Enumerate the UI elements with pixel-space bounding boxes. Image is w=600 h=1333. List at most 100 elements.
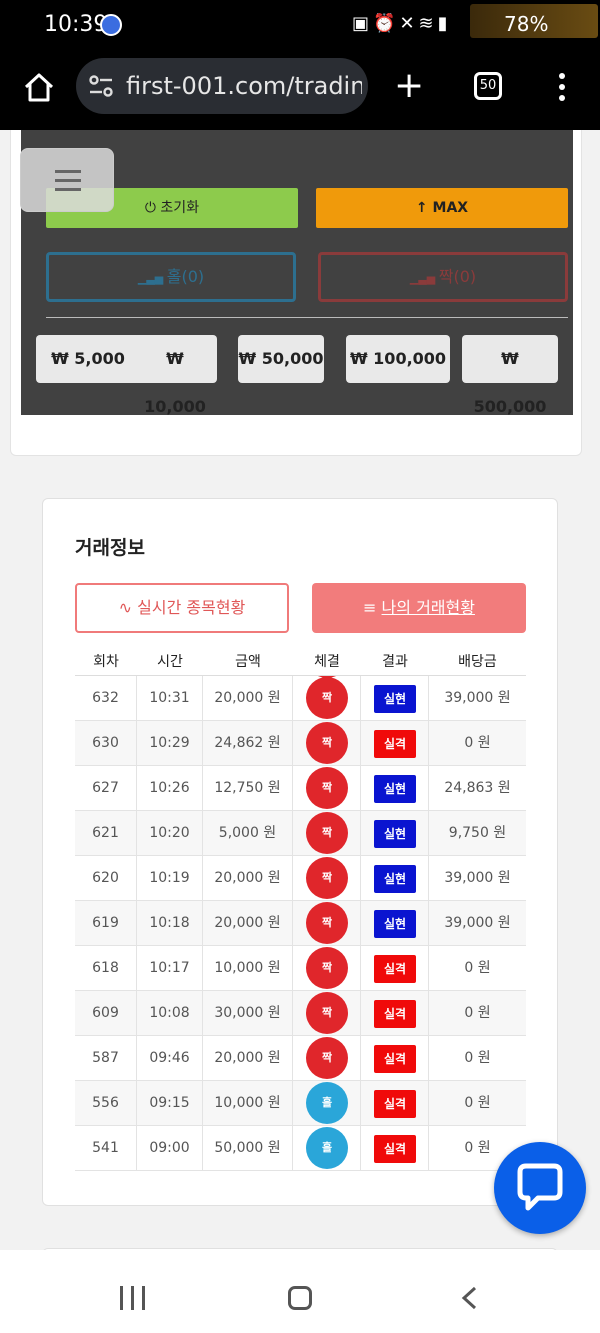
cell-payout: 0 원 [464,735,491,751]
cell-amount: 20,000 원 [203,901,293,946]
even-bet-button[interactable]: ▁▃▅ 짝(0) [318,252,568,302]
cell-time: 10:17 [137,946,203,991]
odd-bet-label: 홀(0) [166,267,205,286]
pick-ball: 짝 [306,1037,348,1079]
recent-apps-icon[interactable] [120,1286,146,1310]
table-row: 620 10:19 20,000 원 짝 실현 39,000 원 [75,856,526,901]
cell-round: 632 [75,676,137,721]
cell-result: 실격 [361,1036,429,1081]
status-bar: 10:39 ▣⏰✕≋▮ 78% [0,0,600,52]
result-badge: 실격 [374,1135,416,1163]
cell-payout: 0 원 [464,1095,491,1111]
cell-round: 630 [75,721,137,766]
back-icon[interactable] [460,1286,480,1310]
list-icon: ≡ [363,598,382,617]
column-header-payout: 배당금 [458,654,497,670]
pick-ball: 짝 [306,677,348,719]
signal-icon: ▮ [437,13,452,34]
hamburger-menu-button[interactable] [20,148,114,212]
cell-round: 587 [75,1036,137,1081]
cell-amount: 30,000 원 [203,991,293,1036]
tab-switcher-button[interactable]: 50 [474,72,502,100]
battery-level: 78% [504,12,549,36]
column-header-amount: 금액 [235,654,261,670]
pick-ball: 짝 [306,722,348,764]
cell-result: 실격 [361,946,429,991]
pulse-icon: ∿ [118,598,138,617]
chip-10000[interactable]: ₩ 10,000 [133,335,217,416]
cell-payout: 9,750 원 [448,825,507,841]
cell-pick: 짝 [293,1036,361,1081]
trade-info-card: 거래정보 ∿ 실시간 종목현황 ≡ 나의 거래현황 회차 시간 금액 체결 결과… [42,498,558,1206]
pick-ball: 짝 [306,947,348,989]
table-row: 587 09:46 20,000 원 짝 실격 0 원 [75,1036,526,1081]
section-title: 거래정보 [75,537,145,559]
chat-button[interactable] [494,1142,586,1234]
even-bet-label: 짝(0) [438,267,477,286]
cell-time: 10:18 [137,901,203,946]
cell-time: 10:26 [137,766,203,811]
cell-payout: 39,000 원 [444,915,511,931]
result-badge: 실현 [374,865,416,893]
cell-result: 실현 [361,856,429,901]
chip-50000[interactable]: ₩ 50,000 [238,335,324,383]
trade-table-body[interactable]: 632 10:31 20,000 원 짝 실현 39,000 원 630 10:29 24,86… [75,675,526,1173]
cell-payout: 0 원 [464,1050,491,1066]
chip-500000[interactable]: ₩ 500,000 [462,335,558,416]
browser-toolbar: first-001.com/trading + 50 [0,52,600,130]
cell-amount: 20,000 원 [203,676,293,721]
live-status-button[interactable]: ∿ 실시간 종목현황 [75,583,289,633]
odd-bet-button[interactable]: ▁▃▅ 홀(0) [46,252,296,302]
page-content: ⏻ 초기화 ↑ MAX ▁▃▅ 홀(0) ▁▃▅ 짝(0) ₩ 5,000 ₩ … [0,130,600,1250]
column-header-result: 결과 [382,654,408,670]
max-button[interactable]: ↑ MAX [316,188,568,228]
cell-amount: 24,862 원 [203,721,293,766]
my-trades-button[interactable]: ≡ 나의 거래현황 [312,583,526,633]
home-icon[interactable] [22,70,56,104]
status-icons: ▣⏰✕≋▮ [352,13,452,34]
cell-round: 620 [75,856,137,901]
cell-result: 실격 [361,721,429,766]
url-text[interactable]: first-001.com/trading [126,72,362,100]
new-tab-icon[interactable]: + [394,68,424,104]
table-row: 630 10:29 24,862 원 짝 실격 0 원 [75,721,526,766]
chip-5000[interactable]: ₩ 5,000 [36,335,140,383]
result-badge: 실격 [374,1000,416,1028]
table-header: 회차 시간 금액 체결 결과 배당금 [75,647,526,675]
cell-round: 621 [75,811,137,856]
cell-pick: 짝 [293,811,361,856]
lock-icon: ▣ [352,13,374,34]
cell-time: 10:20 [137,811,203,856]
result-badge: 실격 [374,730,416,758]
pick-ball: 짝 [306,767,348,809]
pick-ball: 짝 [306,902,348,944]
result-badge: 실현 [374,910,416,938]
hamburger-icon [55,170,81,197]
cell-round: 618 [75,946,137,991]
table-row: 609 10:08 30,000 원 짝 실격 0 원 [75,991,526,1036]
table-row: 619 10:18 20,000 원 짝 실현 39,000 원 [75,901,526,946]
alarm-icon: ⏰ [373,13,400,34]
browser-menu-icon[interactable] [556,70,568,106]
cell-result: 실현 [361,901,429,946]
site-settings-icon[interactable] [88,74,114,98]
cell-time: 09:15 [137,1081,203,1126]
cell-amount: 5,000 원 [203,811,293,856]
table-row: 618 10:17 10,000 원 짝 실격 0 원 [75,946,526,991]
cell-pick: 짝 [293,676,361,721]
cell-pick: 짝 [293,901,361,946]
signal-bars-icon: ▁▃▅ [137,272,167,285]
status-time: 10:39 [44,12,108,37]
cell-amount: 10,000 원 [203,1081,293,1126]
pick-ball: 홀 [306,1127,348,1169]
address-bar[interactable]: first-001.com/trading [76,58,368,114]
chip-100000[interactable]: ₩ 100,000 [346,335,450,383]
home-nav-icon[interactable] [288,1286,312,1310]
cell-amount: 20,000 원 [203,1036,293,1081]
table-row: 632 10:31 20,000 원 짝 실현 39,000 원 [75,676,526,721]
cell-time: 10:08 [137,991,203,1036]
mute-icon: ✕ [399,13,419,34]
result-badge: 실격 [374,955,416,983]
cell-payout: 24,863 원 [444,780,511,796]
cell-amount: 10,000 원 [203,946,293,991]
